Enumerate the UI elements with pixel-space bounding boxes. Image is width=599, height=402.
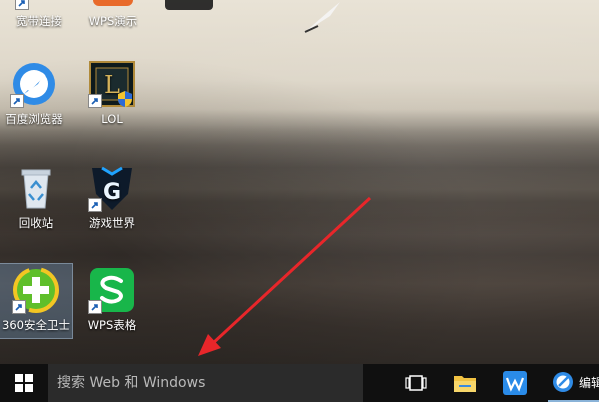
icon-label: 游戏世界	[89, 216, 135, 230]
wps-taskbar-button[interactable]	[496, 364, 534, 402]
task-view-icon	[405, 375, 427, 391]
shortcut-arrow-icon	[88, 94, 102, 108]
broadband-icon	[15, 0, 63, 10]
shortcut-arrow-icon	[88, 300, 102, 314]
file-explorer-icon	[454, 376, 476, 392]
baidu-browser-icon	[10, 60, 58, 108]
wps-icon	[503, 371, 527, 395]
game-world-icon: G	[88, 164, 136, 212]
task-view-button[interactable]	[397, 364, 435, 402]
icon-label: LOL	[101, 112, 123, 126]
desktop-icon-recycle-bin[interactable]: 回收站	[0, 164, 75, 230]
desktop-icon-360-safe[interactable]: 360安全卫士	[0, 263, 73, 339]
windows-logo-icon	[15, 374, 33, 392]
baidu-browser-taskbar-button[interactable]: 编辑	[548, 364, 599, 402]
icon-label: 百度浏览器	[5, 112, 63, 126]
svg-text:G: G	[103, 180, 121, 205]
icon-label: WPS表格	[87, 318, 137, 332]
shortcut-arrow-icon	[10, 94, 24, 108]
search-box[interactable]: 搜索 Web 和 Windows	[48, 364, 363, 402]
desktop-icon-wps-spreadsheet[interactable]: WPS表格	[73, 266, 151, 332]
icon-label: 宽带连接	[16, 14, 62, 28]
baidu-browser-icon	[553, 372, 573, 392]
bird-shape	[304, 2, 340, 33]
recycle-bin-icon	[12, 164, 60, 212]
desktop-icon-game-world[interactable]: G 游戏世界	[73, 164, 151, 230]
taskbar-item-label: 编辑	[579, 375, 599, 390]
taskbar: 搜索 Web 和 Windows 编辑	[0, 364, 599, 402]
uac-shield-icon	[118, 91, 132, 107]
desktop-icon-baidu-browser[interactable]: 百度浏览器	[0, 60, 73, 126]
desktop-icon-broadband[interactable]: 宽带连接	[0, 0, 78, 28]
wps-presentation-icon	[89, 0, 137, 10]
start-button[interactable]	[0, 364, 48, 402]
file-explorer-button[interactable]	[446, 364, 484, 402]
search-placeholder: 搜索 Web 和 Windows	[57, 375, 206, 391]
icon-label: 回收站	[18, 216, 54, 230]
icon-label: WPS演示	[88, 14, 138, 28]
wps-spreadsheet-icon	[88, 266, 136, 314]
shortcut-arrow-icon	[88, 198, 102, 212]
shortcut-arrow-icon	[12, 300, 26, 314]
desktop-icon-lol[interactable]: L LOL	[73, 60, 151, 126]
desktop-icon-wps-presentation[interactable]: WPS演示	[74, 0, 152, 28]
shortcut-arrow-icon	[15, 0, 29, 10]
partial-icon	[165, 0, 213, 10]
360-safe-icon	[12, 266, 60, 314]
lol-icon: L	[88, 60, 136, 108]
icon-label: 360安全卫士	[2, 318, 70, 332]
